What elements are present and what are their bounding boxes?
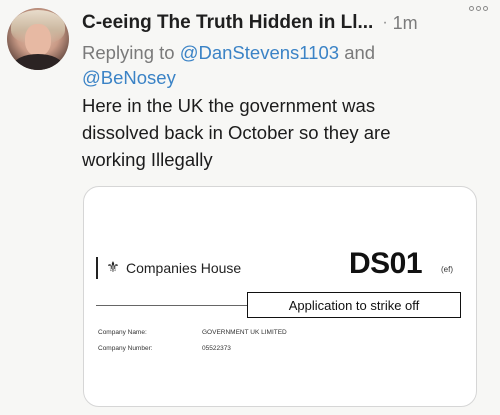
timestamp[interactable]: 1m [393,13,418,34]
tweet-text-line: dissolved back in October so they are [82,122,391,143]
field-value: GOVERNMENT UK LIMITED [202,329,287,336]
royal-crest-icon: ⚜ [106,259,120,276]
form-code: DS01 [349,247,423,280]
separator-dot: · [382,14,388,31]
mention-link[interactable]: @BeNosey [82,67,176,88]
reply-and: and [344,42,376,63]
tweet: C-eeing The Truth Hidden in Ll... · 1m R… [0,0,500,415]
tweet-text-line: Here in the UK the government was [82,95,376,116]
field-label: Company Name: [98,329,147,336]
attached-image[interactable]: ⚜ Companies House DS01 (ef) Application … [83,186,477,407]
divider [96,305,247,306]
field-label: Company Number: [98,345,153,352]
tweet-header: C-eeing The Truth Hidden in Ll... · 1m [82,10,490,36]
reply-context: Replying to @DanStevens1103 and @BeNosey [82,40,490,90]
author-name[interactable]: C-eeing The Truth Hidden in Ll... [82,12,373,34]
avatar-body [13,54,63,70]
more-options-icon[interactable] [469,6,488,11]
mention-link[interactable]: @DanStevens1103 [180,42,339,63]
org-name: Companies House [126,260,242,276]
tweet-text-line: working Illegally [82,149,213,170]
form-code-suffix: (ef) [441,265,453,274]
avatar-face [25,24,51,56]
divider [96,257,98,279]
more-dot [483,6,488,11]
avatar[interactable] [7,8,69,70]
more-dot [469,6,474,11]
form-title-box: Application to strike off [247,292,461,318]
field-value: 05522373 [202,345,231,352]
form-title: Application to strike off [288,297,420,313]
more-dot [476,6,481,11]
tweet-text: Here in the UK the government was dissol… [82,92,482,173]
reply-prefix: Replying to [82,42,175,63]
